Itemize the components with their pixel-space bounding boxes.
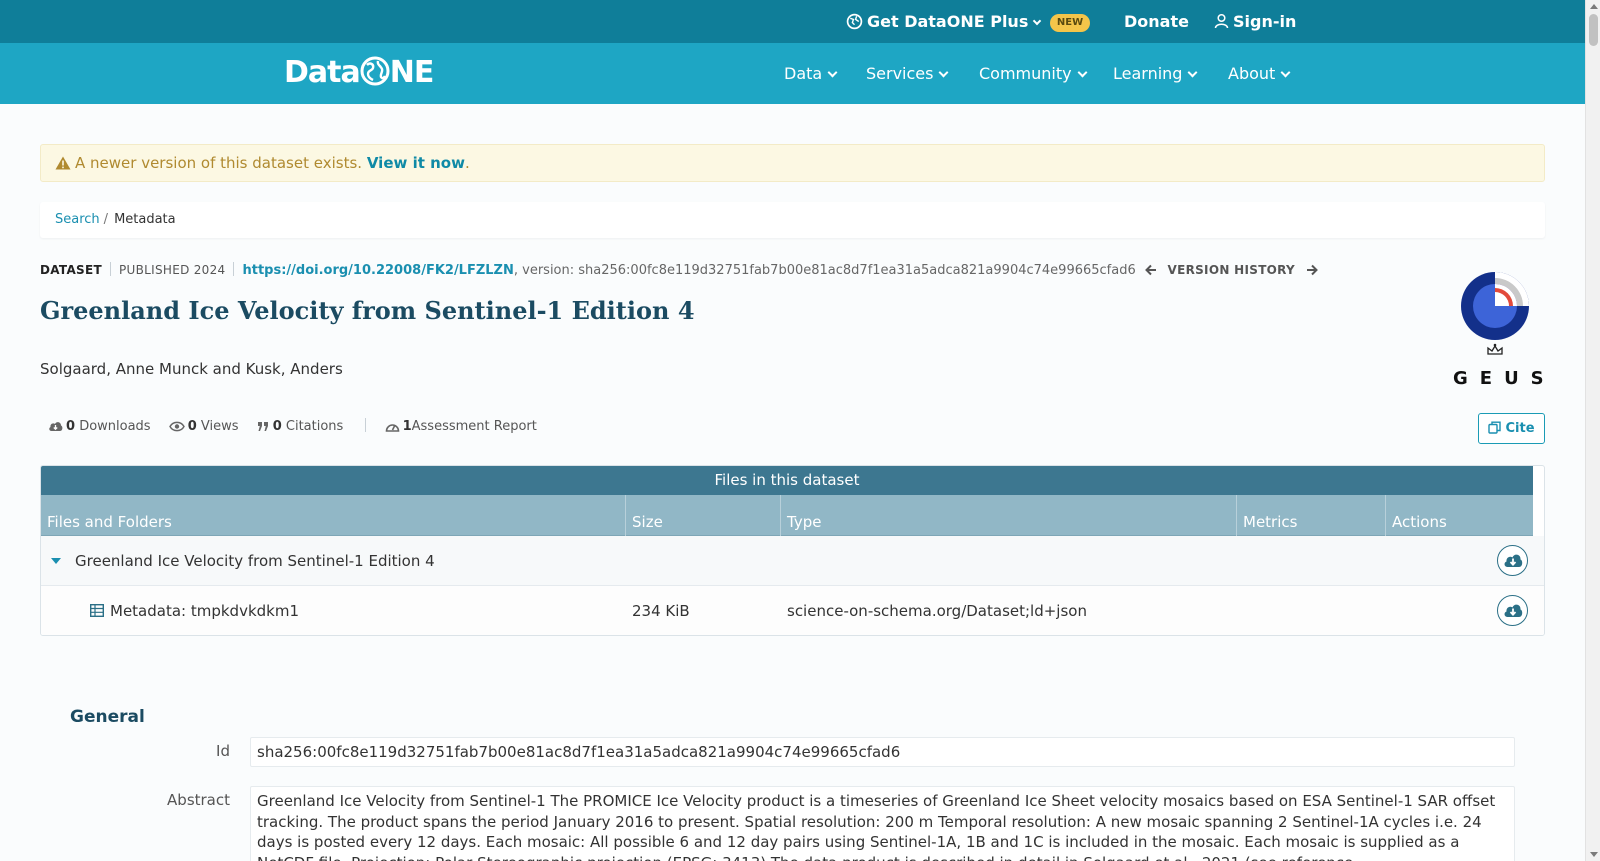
gauge-icon bbox=[385, 419, 400, 439]
chevron-down-icon bbox=[939, 67, 949, 78]
breadcrumb-separator: / bbox=[103, 212, 109, 227]
file-size: 234 KiB bbox=[632, 602, 690, 620]
assessment-report-metric[interactable]: 1Assessment Report bbox=[385, 417, 537, 439]
column-header-actions[interactable]: Actions bbox=[1386, 495, 1533, 536]
id-value: sha256:00fc8e119d32751fab7b00e81ac8d7f1e… bbox=[250, 737, 1515, 767]
chevron-down-icon bbox=[827, 67, 838, 78]
files-table-title: Files in this dataset bbox=[41, 466, 1533, 495]
chevron-down-icon bbox=[1280, 67, 1291, 78]
sign-in-label: Sign-in bbox=[1233, 12, 1297, 31]
breadcrumb-current: Metadata bbox=[114, 212, 176, 227]
download-package-button[interactable] bbox=[1497, 545, 1528, 576]
main-nav: Data NE Data Services Community Learning … bbox=[0, 43, 1585, 104]
column-header-metrics[interactable]: Metrics bbox=[1237, 495, 1386, 536]
cloud-download-icon bbox=[48, 419, 63, 439]
logo-globe-icon bbox=[360, 56, 390, 86]
eye-icon bbox=[168, 419, 185, 439]
chevron-down-icon bbox=[1188, 67, 1198, 78]
quote-icon bbox=[257, 419, 270, 439]
views-metric[interactable]: 0 Views bbox=[168, 417, 239, 439]
nav-data[interactable]: Data bbox=[784, 43, 838, 104]
dataset-metrics: 0 Downloads 0 Views 0 Citations 1Assessm… bbox=[48, 417, 551, 437]
geus-logo-text: GEUS bbox=[1453, 368, 1556, 389]
dataset-authors: Solgaard, Anne Munck and Kusk, Anders bbox=[40, 360, 343, 378]
nav-about[interactable]: About bbox=[1228, 43, 1291, 104]
files-table: Files in this dataset Files and Folders … bbox=[40, 465, 1545, 636]
folder-name[interactable]: Greenland Ice Velocity from Sentinel-1 E… bbox=[51, 536, 435, 586]
get-dataone-plus-label: Get DataONE Plus bbox=[867, 12, 1029, 31]
breadcrumb: Search / Metadata bbox=[40, 202, 1545, 238]
table-row: Metadata: tmpkdvkdkm1 234 KiB science-on… bbox=[41, 586, 1544, 635]
geus-logo: GEUS bbox=[1445, 268, 1556, 393]
dataset-type-label: DATASET bbox=[40, 263, 102, 277]
cite-label: Cite bbox=[1505, 421, 1535, 436]
copy-icon bbox=[1488, 416, 1502, 445]
file-type: science-on-schema.org/Dataset;ld+json bbox=[787, 602, 1087, 620]
get-dataone-plus-menu[interactable]: Get DataONE Plus NEW bbox=[846, 0, 1091, 46]
column-header-type[interactable]: Type bbox=[781, 495, 1237, 536]
caret-down-icon[interactable] bbox=[51, 558, 61, 564]
cloud-download-icon bbox=[1504, 604, 1523, 617]
table-icon bbox=[89, 587, 105, 635]
top-bar: Get DataONE Plus NEW Donate Sign-in bbox=[0, 0, 1585, 43]
cloud-download-icon bbox=[1504, 554, 1523, 567]
citations-metric[interactable]: 0 Citations bbox=[257, 417, 343, 439]
nav-learning[interactable]: Learning bbox=[1113, 43, 1198, 104]
user-icon bbox=[1214, 2, 1229, 45]
abstract-label: Abstract bbox=[167, 791, 230, 809]
warning-icon bbox=[55, 147, 71, 183]
scroll-up-arrow[interactable] bbox=[1590, 4, 1598, 9]
nav-services[interactable]: Services bbox=[866, 43, 949, 104]
download-file-button[interactable] bbox=[1497, 595, 1528, 626]
citation-line: DATASET PUBLISHED 2024 https://doi.org/10.… bbox=[40, 260, 1136, 280]
chevron-down-icon bbox=[1033, 16, 1042, 26]
version-id: , version: sha256:00fc8e119d32751fab7b00… bbox=[513, 263, 1136, 278]
dataone-logo[interactable]: Data NE bbox=[284, 55, 434, 91]
previous-version-arrow-icon[interactable] bbox=[1145, 262, 1157, 282]
view-it-now-link[interactable]: View it now bbox=[367, 154, 465, 172]
metadata-file-name[interactable]: Metadata: tmpkdvkdkm1 bbox=[89, 586, 299, 635]
version-history: VERSION HISTORY bbox=[1145, 260, 1318, 280]
cite-button[interactable]: Cite bbox=[1478, 413, 1545, 444]
general-section-title: General bbox=[70, 707, 145, 727]
new-badge: NEW bbox=[1049, 14, 1091, 32]
id-label: Id bbox=[216, 742, 230, 760]
scroll-down-arrow[interactable] bbox=[1590, 852, 1598, 857]
files-table-header: Files and Folders Size Type Metrics Acti… bbox=[41, 495, 1533, 536]
column-header-files[interactable]: Files and Folders bbox=[41, 495, 626, 536]
globe-icon bbox=[846, 3, 863, 46]
table-row: Greenland Ice Velocity from Sentinel-1 E… bbox=[41, 536, 1544, 586]
chevron-down-icon bbox=[1077, 67, 1088, 78]
scroll-thumb[interactable] bbox=[1589, 14, 1598, 46]
breadcrumb-search-link[interactable]: Search bbox=[55, 212, 100, 227]
donate-link[interactable]: Donate bbox=[1124, 0, 1189, 43]
newer-version-alert: A newer version of this dataset exists. … bbox=[40, 144, 1545, 182]
downloads-metric[interactable]: 0 Downloads bbox=[48, 417, 151, 439]
column-header-size[interactable]: Size bbox=[626, 495, 781, 536]
next-version-arrow-icon[interactable] bbox=[1306, 262, 1318, 282]
version-history-label[interactable]: VERSION HISTORY bbox=[1167, 263, 1295, 277]
geus-emblem-icon bbox=[1461, 272, 1529, 355]
sign-in-link[interactable]: Sign-in bbox=[1214, 0, 1296, 43]
nav-community[interactable]: Community bbox=[979, 43, 1088, 104]
published-year: PUBLISHED 2024 bbox=[118, 263, 226, 277]
doi-link[interactable]: https://doi.org/10.22008/FK2/LFZLZN bbox=[242, 263, 513, 278]
abstract-value: Greenland Ice Velocity from Sentinel-1 T… bbox=[250, 786, 1515, 861]
dataset-title: Greenland Ice Velocity from Sentinel-1 E… bbox=[40, 296, 695, 325]
alert-text: A newer version of this dataset exists. bbox=[75, 154, 363, 172]
page-scrollbar[interactable] bbox=[1585, 0, 1600, 861]
